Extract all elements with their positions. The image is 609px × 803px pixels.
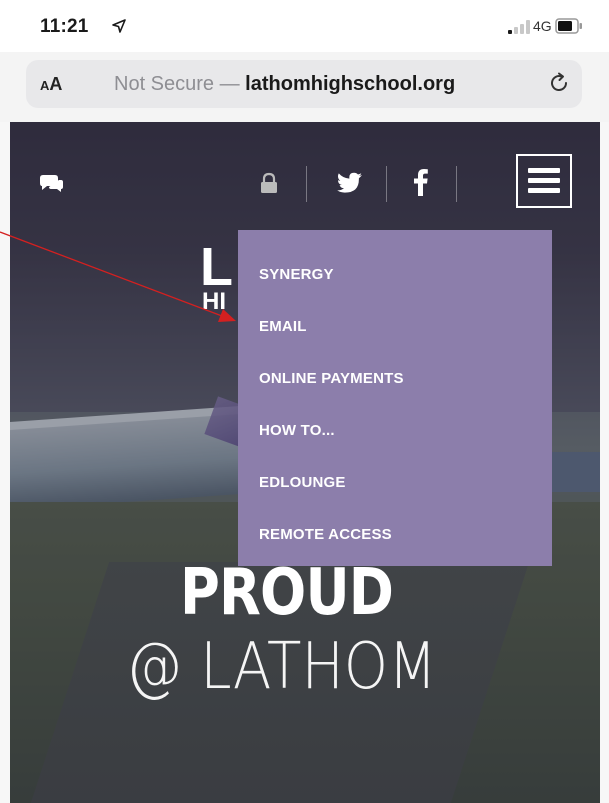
status-bar: 11:21 4G xyxy=(0,0,609,52)
hero-headline-line1: PROUD xyxy=(180,556,394,630)
header-divider xyxy=(456,166,457,202)
network-type: 4G xyxy=(533,18,552,34)
menu-icon xyxy=(528,168,560,173)
header-divider xyxy=(386,166,387,202)
address-bar[interactable]: AA Not Secure — lathomhighschool.org xyxy=(26,60,582,108)
signal-strength-icon xyxy=(508,20,530,34)
logo-letter-bottom: HI xyxy=(202,288,226,315)
battery-icon xyxy=(555,18,582,34)
chat-icon[interactable] xyxy=(38,172,64,194)
twitter-icon[interactable] xyxy=(337,172,363,194)
dropdown-item-email[interactable]: EMAIL xyxy=(259,318,307,335)
quick-links-dropdown: SYNERGY EMAIL ONLINE PAYMENTS HOW TO... … xyxy=(238,230,552,566)
status-time: 11:21 xyxy=(40,16,89,37)
hero-headline-line2: @ LATHOM xyxy=(126,630,437,704)
dropdown-item-online-payments[interactable]: ONLINE PAYMENTS xyxy=(259,370,404,387)
menu-icon xyxy=(528,188,560,193)
insecure-warning: Not Secure — xyxy=(114,73,246,95)
logo-letter-top: L xyxy=(200,237,233,297)
dropdown-item-edlounge[interactable]: EDLOUNGE xyxy=(259,474,346,491)
url-domain: lathomhighschool.org xyxy=(245,73,456,95)
browser-toolbar: AA Not Secure — lathomhighschool.org xyxy=(0,52,609,122)
reload-icon[interactable] xyxy=(548,72,570,94)
url-display[interactable]: Not Secure — lathomhighschool.org xyxy=(114,73,455,96)
header-divider xyxy=(306,166,307,202)
location-arrow-icon xyxy=(112,19,126,33)
menu-icon xyxy=(528,178,560,183)
reader-text-size-button[interactable]: AA xyxy=(40,74,62,95)
phone-screen: 11:21 4G AA Not Secure — lathomhighschoo… xyxy=(0,0,609,803)
dropdown-item-remote-access[interactable]: REMOTE ACCESS xyxy=(259,526,392,543)
dropdown-item-synergy[interactable]: SYNERGY xyxy=(259,266,334,283)
hamburger-menu-button[interactable] xyxy=(516,154,572,208)
dropdown-item-how-to[interactable]: HOW TO... xyxy=(259,422,335,439)
facebook-icon[interactable] xyxy=(414,168,428,196)
lock-icon[interactable] xyxy=(260,172,278,194)
